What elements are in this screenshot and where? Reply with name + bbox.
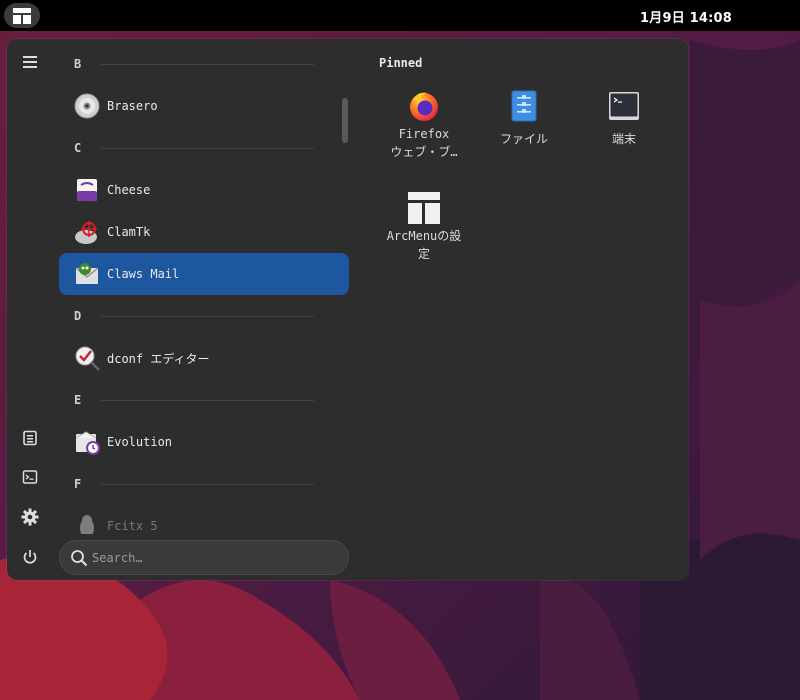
- section-header-e: E: [74, 390, 314, 410]
- terminal-icon: [609, 92, 639, 120]
- search-box[interactable]: [59, 540, 349, 575]
- app-item-cheese[interactable]: Cheese: [59, 169, 349, 211]
- arcmenu-panel: B Brasero C Cheese ClamTk Claws Mail D d…: [7, 39, 688, 580]
- section-header-b: B: [74, 54, 314, 74]
- app-label: ClamTk: [107, 225, 151, 239]
- app-label: Fcitx 5: [107, 519, 158, 533]
- terminal-shortcut-button[interactable]: [17, 464, 43, 490]
- layout-grid-icon: [13, 7, 31, 24]
- cheese-camera-icon: [77, 179, 97, 201]
- app-item-evolution[interactable]: Evolution: [59, 421, 349, 463]
- penguin-icon: [80, 515, 94, 534]
- app-item-claws-mail[interactable]: Claws Mail: [59, 253, 349, 295]
- arcmenu-icon: [408, 192, 440, 224]
- evolution-icon: [75, 431, 100, 455]
- pinned-label: ArcMenuの設: [386, 229, 462, 243]
- activities-button[interactable]: [4, 3, 40, 28]
- pinned-title: Pinned: [379, 56, 423, 70]
- claws-mail-icon: [75, 263, 99, 284]
- pinned-terminal[interactable]: 端末: [578, 89, 670, 148]
- dconf-icon: [75, 346, 100, 371]
- app-label: dconf エディター: [107, 351, 210, 366]
- clamtk-icon: [75, 221, 97, 244]
- app-item-dconf-editor[interactable]: dconf エディター: [59, 337, 349, 379]
- pinned-label-2: ウェブ・ブ…: [390, 145, 458, 159]
- disc-icon: [74, 93, 100, 119]
- app-item-fcitx5[interactable]: Fcitx 5: [59, 505, 349, 534]
- pinned-label: Firefox: [398, 127, 450, 141]
- app-label: Cheese: [107, 183, 151, 197]
- firefox-icon: [410, 92, 438, 121]
- section-header-d: D: [74, 306, 314, 326]
- app-item-clamtk[interactable]: ClamTk: [59, 211, 349, 253]
- settings-button[interactable]: [17, 504, 43, 530]
- pinned-label: ファイル: [499, 132, 548, 146]
- app-list[interactable]: B Brasero C Cheese ClamTk Claws Mail D d…: [59, 49, 349, 534]
- sidebar: [7, 39, 53, 580]
- pinned-label-2: 定: [417, 247, 430, 261]
- settings-icon: [21, 508, 39, 526]
- app-list-scrollbar[interactable]: [342, 98, 348, 143]
- pinned-files[interactable]: ファイル: [478, 89, 570, 148]
- hamburger-menu-icon: [23, 56, 37, 68]
- search-input[interactable]: [92, 548, 332, 568]
- app-label: Evolution: [107, 435, 173, 449]
- files-icon: [511, 90, 537, 122]
- app-label: Brasero: [107, 99, 158, 113]
- pinned-arcmenu-settings[interactable]: ArcMenuの設 定: [378, 191, 470, 263]
- app-label: Claws Mail: [107, 267, 180, 281]
- pinned-firefox[interactable]: Firefox ウェブ・ブ…: [378, 89, 470, 161]
- section-header-c: C: [74, 138, 314, 158]
- top-bar: 1月9日 14:08: [0, 0, 800, 31]
- power-button[interactable]: [17, 544, 43, 570]
- documents-button[interactable]: [17, 425, 43, 451]
- power-icon: [23, 550, 37, 564]
- terminal-icon: [22, 470, 38, 484]
- pinned-label: 端末: [611, 132, 636, 146]
- app-item-brasero[interactable]: Brasero: [59, 85, 349, 127]
- document-icon: [23, 430, 37, 446]
- section-header-f: F: [74, 474, 314, 494]
- hamburger-menu-button[interactable]: [17, 49, 43, 75]
- clock[interactable]: 1月9日 14:08: [640, 7, 732, 26]
- search-icon: [71, 550, 88, 567]
